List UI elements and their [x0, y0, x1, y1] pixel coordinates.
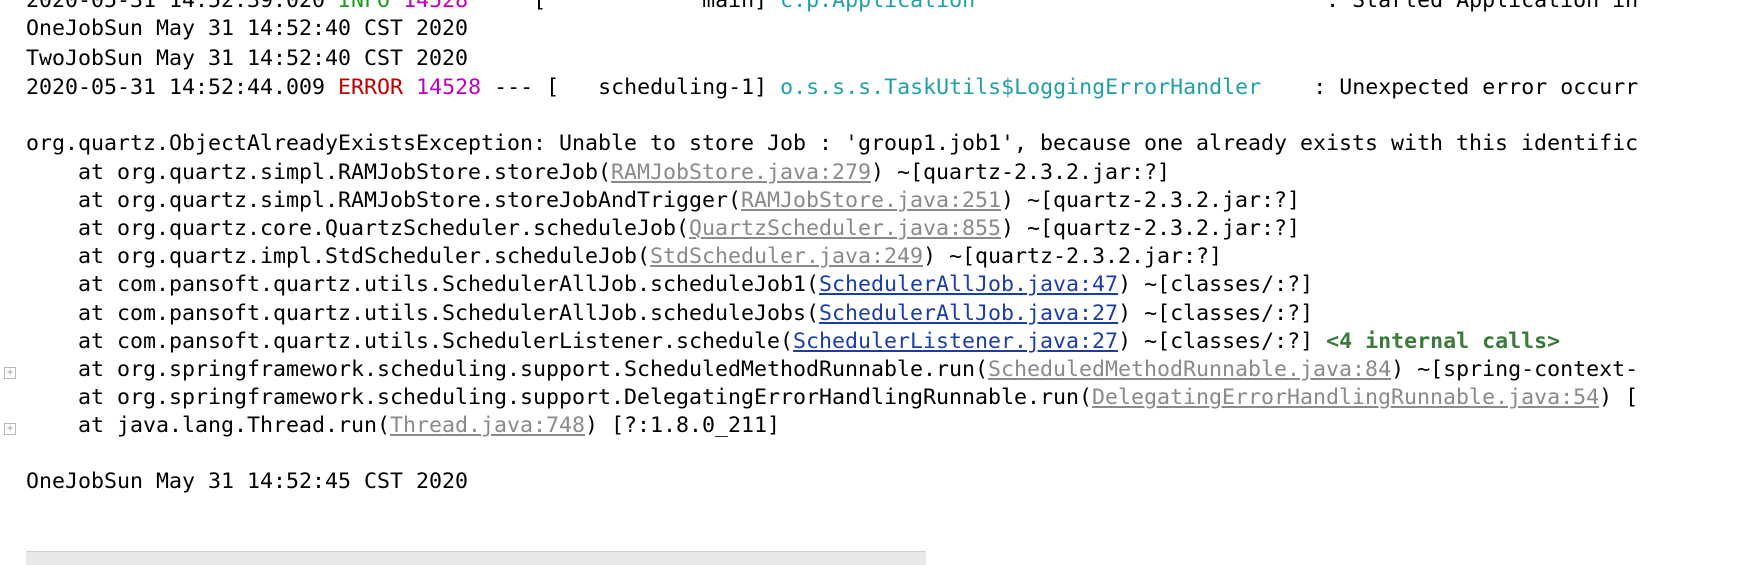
frame-method: at com.pansoft.quartz.utils.SchedulerLis…	[26, 328, 794, 354]
fold-expand-icon[interactable]: +	[4, 423, 16, 435]
source-link[interactable]: SchedulerAllJob.java:27	[819, 301, 1118, 326]
log-thread: main]	[546, 0, 768, 13]
fold-expand-icon[interactable]: +	[4, 367, 16, 379]
frame-jar: ) ~[classes/:?]	[1118, 328, 1327, 354]
frame-method: at org.springframework.scheduling.suppor…	[26, 356, 989, 382]
log-level: INFO	[338, 0, 391, 13]
log-line: OneJobSun May 31 14:52:40 CST 2020	[26, 16, 469, 41]
log-pid: 14528	[403, 0, 469, 13]
log-logger: c.p.Application	[780, 0, 976, 13]
frame-jar: ) ~[quartz-2.3.2.jar:?]	[1001, 188, 1301, 214]
frame-method: at java.lang.Thread.run(	[26, 412, 391, 438]
log-message: : Unexpected error occurr	[1313, 75, 1639, 100]
frame-method: at org.quartz.simpl.RAMJobStore.storeJob…	[26, 160, 612, 185]
log-line: OneJobSun May 31 14:52:45 CST 2020	[26, 469, 469, 494]
frame-jar: ) ~[quartz-2.3.2.jar:?]	[871, 160, 1171, 185]
frame-jar: ) ~[quartz-2.3.2.jar:?]	[923, 244, 1223, 270]
frame-method: at com.pansoft.quartz.utils.SchedulerAll…	[26, 300, 820, 326]
frame-method: at org.springframework.scheduling.suppor…	[26, 384, 1093, 410]
frame-jar: ) ~[classes/:?]	[1118, 272, 1314, 298]
log-logger: o.s.s.s.TaskUtils$LoggingErrorHandler	[780, 75, 1262, 100]
gutter: + +	[0, 0, 20, 565]
source-link[interactable]: QuartzScheduler.java:855	[689, 216, 1001, 241]
log-thread: [ scheduling-1]	[546, 75, 768, 100]
log-line: TwoJobSun May 31 14:52:40 CST 2020	[26, 46, 469, 71]
stack-frame: at com.pansoft.quartz.utils.SchedulerAll…	[26, 269, 1313, 300]
source-link[interactable]: RAMJobStore.java:279	[611, 160, 871, 185]
log-pid: 14528	[416, 75, 482, 100]
log-line: 2020-05-31 14:52:44.009 ERROR 14528 --- …	[26, 72, 1638, 103]
frame-jar: ) ~[classes/:?]	[1118, 300, 1314, 326]
exception-line: org.quartz.ObjectAlreadyExistsException:…	[26, 131, 1639, 156]
log-separator: ---	[494, 75, 534, 100]
stack-frame: at org.springframework.scheduling.suppor…	[26, 354, 1638, 385]
log-timestamp: 2020-05-31 14:52:44.009	[26, 75, 326, 100]
frame-jar: ) ~[quartz-2.3.2.jar:?]	[1001, 216, 1301, 242]
stack-frame: at org.springframework.scheduling.suppor…	[26, 382, 1638, 413]
frame-jar: ) [	[1599, 384, 1639, 410]
source-link[interactable]: DelegatingErrorHandlingRunnable.java:54	[1092, 385, 1599, 410]
frame-method: at org.quartz.impl.StdScheduler.schedule…	[26, 244, 651, 270]
source-link[interactable]: RAMJobStore.java:251	[741, 188, 1001, 213]
frame-method: at org.quartz.simpl.RAMJobStore.storeJob…	[26, 188, 742, 214]
frame-jar: ) ~[spring-context-	[1391, 356, 1639, 382]
source-link[interactable]: Thread.java:748	[390, 413, 585, 438]
stack-frame: at org.quartz.impl.StdScheduler.schedule…	[26, 241, 1222, 272]
log-level: ERROR	[338, 75, 404, 100]
stack-frame: at com.pansoft.quartz.utils.SchedulerLis…	[26, 326, 1560, 357]
stack-frame: at com.pansoft.quartz.utils.SchedulerAll…	[26, 298, 1313, 329]
source-link[interactable]: SchedulerAllJob.java:47	[819, 272, 1118, 297]
stack-frame: at org.quartz.core.QuartzScheduler.sched…	[26, 213, 1300, 244]
stack-frame: at java.lang.Thread.run(Thread.java:748)…	[26, 410, 780, 441]
internal-calls-link[interactable]: <4 internal calls>	[1326, 329, 1560, 354]
frame-method: at com.pansoft.quartz.utils.SchedulerAll…	[26, 272, 820, 298]
source-link[interactable]: ScheduledMethodRunnable.java:84	[988, 357, 1391, 382]
stack-frame: at org.quartz.simpl.RAMJobStore.storeJob…	[26, 157, 1170, 188]
stack-frame: at org.quartz.simpl.RAMJobStore.storeJob…	[26, 185, 1300, 216]
log-timestamp: 2020-05-31 14:52:39.020	[26, 0, 326, 13]
log-message: : Started Application in	[1326, 0, 1639, 13]
horizontal-scrollbar[interactable]	[26, 551, 926, 565]
frame-jar: ) [?:1.8.0_211]	[585, 412, 781, 438]
console-output: + + 2020-05-31 14:52:39.020 INFO 14528 […	[0, 0, 1753, 565]
source-link[interactable]: StdScheduler.java:249	[650, 244, 923, 269]
frame-method: at org.quartz.core.QuartzScheduler.sched…	[26, 216, 690, 242]
source-link[interactable]: SchedulerListener.java:27	[793, 329, 1118, 354]
